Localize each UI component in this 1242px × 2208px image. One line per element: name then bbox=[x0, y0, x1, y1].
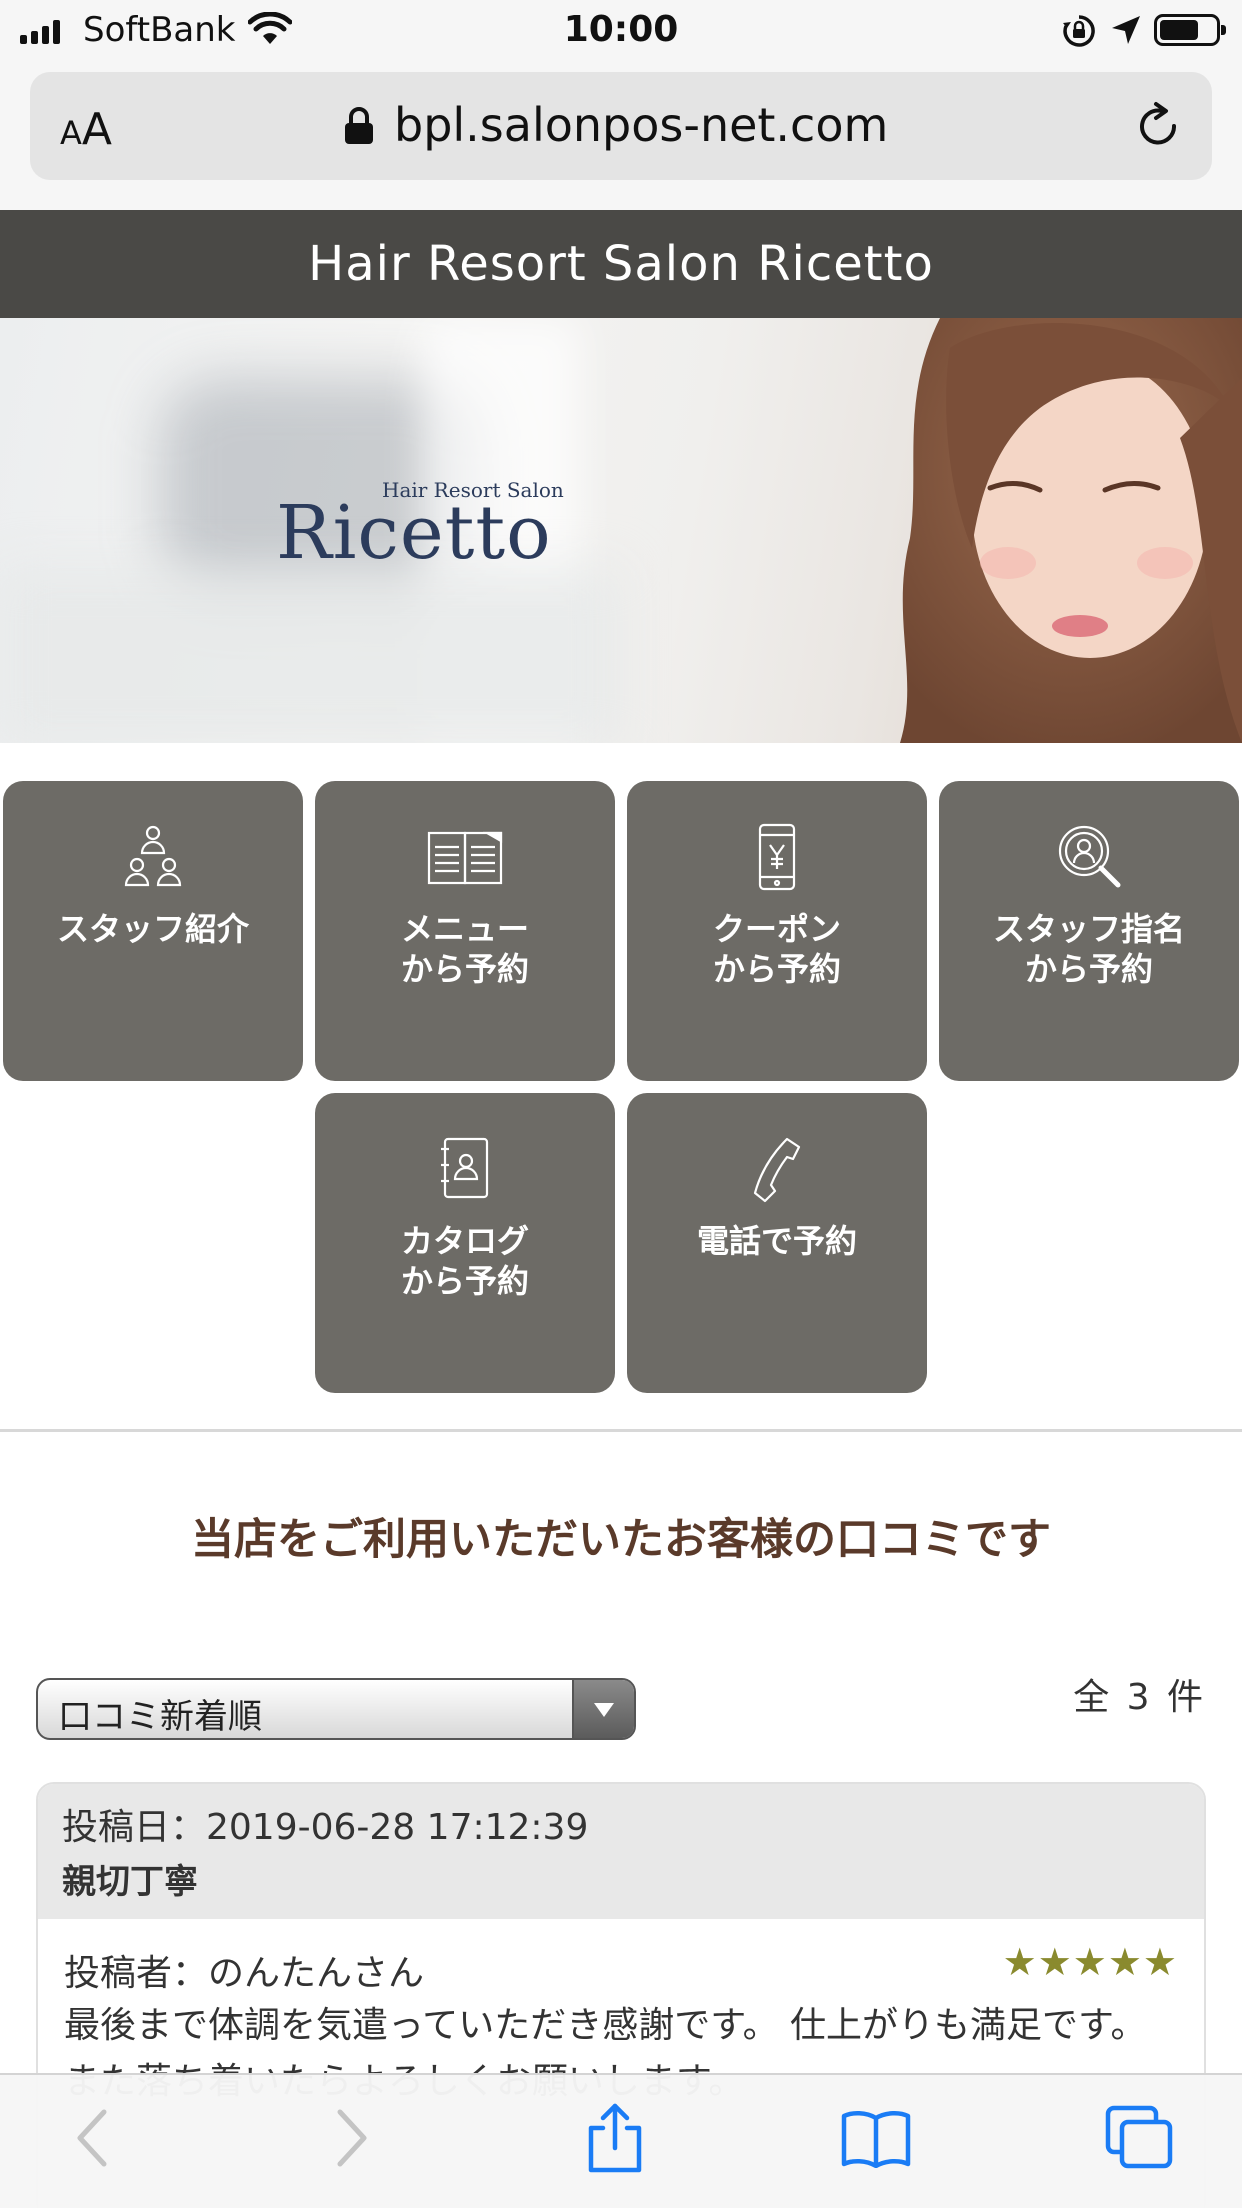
hero-model-photo bbox=[900, 318, 1242, 743]
back-icon bbox=[77, 2109, 107, 2167]
status-bar: SoftBank 10:00 bbox=[0, 0, 1242, 62]
review-sort-select[interactable]: 口コミ新着順 bbox=[36, 1678, 636, 1740]
review-title: 親切丁寧 bbox=[62, 1862, 198, 1902]
staff-group-icon bbox=[124, 825, 182, 887]
text-size-button[interactable]: AA bbox=[60, 104, 112, 155]
tile-label: クーポン から予約 bbox=[712, 910, 841, 988]
hero-banner: Hair Resort Salon Ricetto bbox=[0, 318, 1242, 743]
bookmarks-icon bbox=[841, 2111, 911, 2168]
tile-label: スタッフ指名 から予約 bbox=[992, 910, 1185, 988]
catalog-icon bbox=[441, 1137, 489, 1199]
logo-name: Ricetto bbox=[276, 490, 552, 576]
reload-icon[interactable] bbox=[1134, 100, 1184, 154]
share-button[interactable] bbox=[575, 2103, 655, 2173]
review-author: 投稿者：のんたんさん bbox=[64, 1953, 425, 1994]
battery-icon bbox=[1154, 14, 1226, 46]
forward-icon bbox=[337, 2109, 367, 2167]
tile-label: カタログ から予約 bbox=[400, 1222, 529, 1300]
tabs-icon bbox=[1105, 2105, 1173, 2169]
tile-catalog-booking[interactable]: カタログ から予約 bbox=[315, 1093, 615, 1393]
location-arrow-icon bbox=[1112, 16, 1140, 44]
sort-selected-value: 口コミ新着順 bbox=[58, 1697, 262, 1737]
review-card-header: 投稿日：2019-06-28 17:12:39 親切丁寧 bbox=[38, 1784, 1204, 1919]
tile-coupon-booking[interactable]: クーポン から予約 bbox=[627, 781, 927, 1081]
rotation-lock-icon bbox=[1063, 15, 1095, 47]
share-icon bbox=[588, 2103, 642, 2173]
staff-search-icon bbox=[1058, 825, 1121, 888]
tile-phone-booking[interactable]: 電話で予約 bbox=[627, 1093, 927, 1393]
browser-top-bar: AA bpl.salonpos-net.com bbox=[0, 62, 1242, 210]
telephone-icon bbox=[753, 1137, 801, 1203]
review-date: 投稿日：2019-06-28 17:12:39 bbox=[62, 1807, 589, 1848]
tile-staff-intro[interactable]: スタッフ紹介 bbox=[3, 781, 303, 1081]
tabs-button[interactable] bbox=[1100, 2103, 1180, 2173]
lock-icon bbox=[345, 107, 373, 144]
tile-label: スタッフ紹介 bbox=[56, 910, 249, 948]
reviews-heading: 当店をご利用いただいたお客様の口コミです bbox=[191, 1515, 1051, 1565]
forward-button[interactable] bbox=[312, 2103, 392, 2173]
salon-logo: Hair Resort Salon Ricetto bbox=[276, 478, 564, 576]
section-divider bbox=[0, 1429, 1242, 1432]
back-button[interactable] bbox=[52, 2103, 132, 2173]
tile-label: メニュー から予約 bbox=[400, 910, 529, 988]
tile-label: 電話で予約 bbox=[696, 1222, 857, 1260]
menu-book-icon bbox=[427, 831, 503, 885]
site-title: Hair Resort Salon Ricetto bbox=[0, 210, 1242, 318]
tile-menu-booking[interactable]: メニュー から予約 bbox=[315, 781, 615, 1081]
clock: 10:00 bbox=[563, 9, 679, 50]
coupon-phone-icon bbox=[758, 823, 796, 891]
review-total-count: 全 3 件 bbox=[1073, 1677, 1206, 1718]
address-bar[interactable]: AA bpl.salonpos-net.com bbox=[30, 72, 1212, 180]
tile-staff-nomination[interactable]: スタッフ指名 から予約 bbox=[939, 781, 1239, 1081]
browser-toolbar bbox=[0, 2073, 1242, 2208]
chevron-down-icon[interactable] bbox=[572, 1680, 634, 1738]
bookmarks-button[interactable] bbox=[836, 2103, 916, 2173]
url-text[interactable]: bpl.salonpos-net.com bbox=[394, 98, 888, 152]
star-rating: ★★★★★ bbox=[1002, 1940, 1178, 1984]
